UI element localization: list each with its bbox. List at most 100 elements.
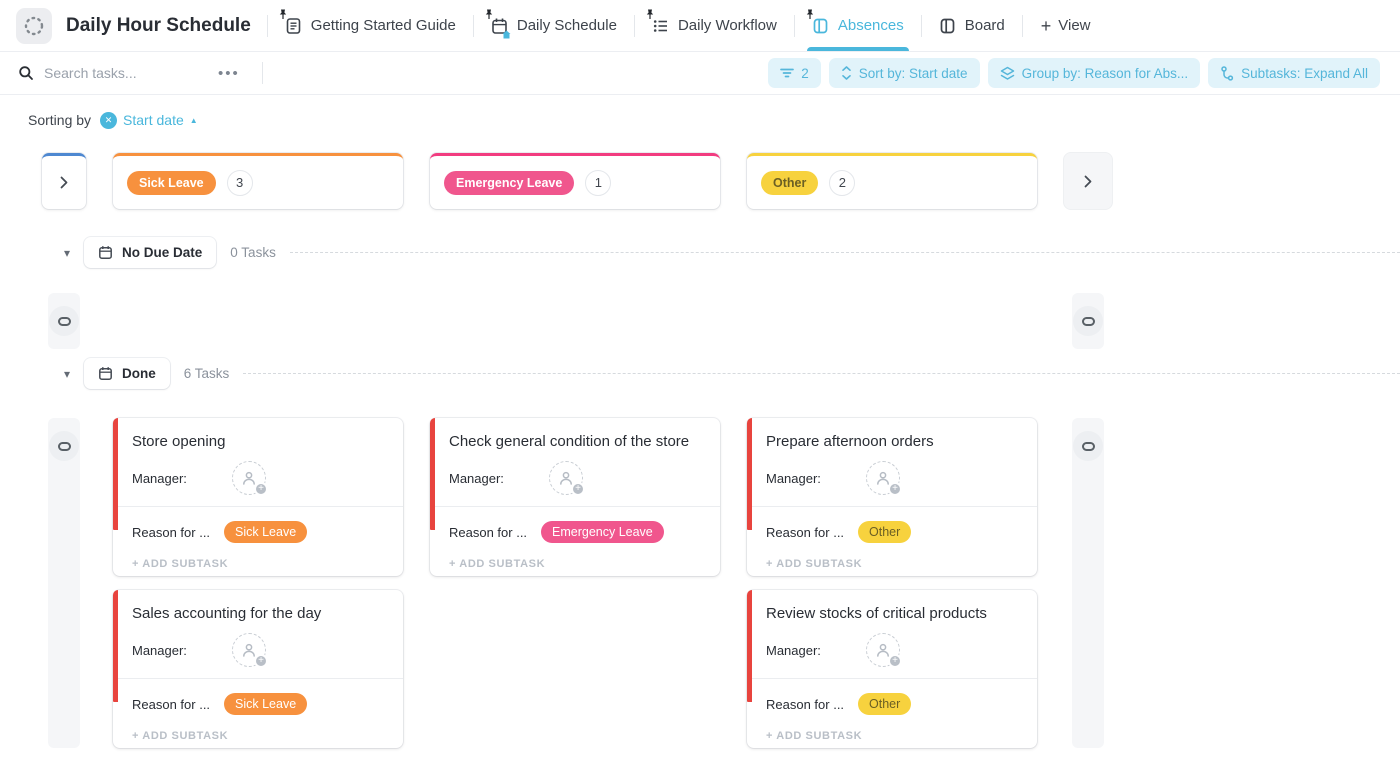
column-header-emergency-leave[interactable]: Emergency Leave 1: [430, 153, 720, 209]
reason-tag[interactable]: Other: [858, 521, 911, 543]
divider: [430, 506, 720, 507]
status-stripe: [113, 418, 118, 530]
manager-label: Manager:: [766, 643, 858, 658]
collapsed-lane-right[interactable]: [1072, 418, 1104, 748]
task-card-store-opening[interactable]: Store opening Manager: + Reason for ... …: [113, 418, 403, 576]
add-assignee-icon: +: [571, 482, 585, 496]
divider: [113, 506, 403, 507]
status-stripe: [113, 590, 118, 702]
add-subtask-button[interactable]: + ADD SUBTASK: [766, 543, 862, 570]
sort-field-label: Start date: [123, 112, 184, 128]
page-title: Daily Hour Schedule: [66, 15, 251, 37]
add-assignee-avatar[interactable]: +: [866, 633, 900, 667]
filter-button[interactable]: 2: [768, 58, 821, 88]
reason-label: Reason for ...: [766, 525, 858, 540]
reason-tag[interactable]: Sick Leave: [224, 521, 307, 543]
sort-direction-caret-icon[interactable]: ▲: [190, 116, 198, 125]
add-subtask-button[interactable]: + ADD SUBTASK: [132, 715, 228, 742]
calendar-icon: [491, 17, 508, 35]
collapsed-column-right[interactable]: [1064, 153, 1112, 209]
tab-absences[interactable]: Absences: [795, 0, 921, 51]
task-title: Sales accounting for the day: [132, 605, 387, 622]
collapse-caret-icon[interactable]: ▾: [64, 247, 70, 259]
status-stripe: [430, 418, 435, 530]
tab-getting-started-guide[interactable]: Getting Started Guide: [268, 0, 473, 51]
add-subtask-button[interactable]: + ADD SUBTASK: [449, 543, 545, 570]
collapsed-lane-left[interactable]: [48, 418, 80, 748]
tab-board[interactable]: Board: [922, 0, 1022, 51]
subtasks-label: Subtasks: Expand All: [1241, 66, 1368, 81]
home-indicator-icon: [502, 30, 511, 39]
collapsed-lane-left[interactable]: [48, 293, 80, 349]
column-headers-row: Sick Leave 3 Emergency Leave 1 Other 2: [42, 153, 1400, 209]
reason-tag[interactable]: Other: [858, 693, 911, 715]
add-view-button[interactable]: + View: [1023, 0, 1109, 51]
collapsed-column-left[interactable]: [42, 153, 86, 209]
tab-daily-workflow[interactable]: Daily Workflow: [635, 0, 794, 51]
add-assignee-icon: +: [888, 654, 902, 668]
subtasks-button[interactable]: Subtasks: Expand All: [1208, 58, 1380, 88]
lane-done: Store opening Manager: + Reason for ... …: [42, 418, 1400, 758]
task-title: Review stocks of critical products: [766, 605, 1021, 622]
reason-tag[interactable]: Sick Leave: [224, 693, 307, 715]
filter-icon: [780, 67, 794, 79]
collapsed-lane-right[interactable]: [1072, 293, 1104, 349]
add-assignee-avatar[interactable]: +: [232, 633, 266, 667]
dashed-divider: [243, 373, 1400, 374]
task-title: Check general condition of the store: [449, 433, 704, 450]
group-card-done[interactable]: Done: [84, 358, 170, 389]
group-by-button[interactable]: Group by: Reason for Abs...: [988, 58, 1201, 88]
tab-label: Board: [965, 17, 1005, 34]
task-card-prepare-orders[interactable]: Prepare afternoon orders Manager: + Reas…: [747, 418, 1037, 576]
calendar-small-icon: [98, 245, 113, 260]
group-card-no-due-date[interactable]: No Due Date: [84, 237, 216, 268]
task-title: Prepare afternoon orders: [766, 433, 1021, 450]
pin-icon: [278, 9, 288, 20]
add-assignee-icon: +: [888, 482, 902, 496]
manager-label: Manager:: [449, 471, 541, 486]
workspace-spinner-icon[interactable]: [16, 8, 52, 44]
kanban-board: Sick Leave 3 Emergency Leave 1 Other 2 ▾…: [0, 153, 1400, 758]
board-toolbar: Search tasks... ••• 2 Sort by: Start dat…: [0, 52, 1400, 95]
add-assignee-avatar[interactable]: +: [232, 461, 266, 495]
add-assignee-avatar[interactable]: +: [549, 461, 583, 495]
status-oval-icon: [49, 431, 79, 461]
column-header-sick-leave[interactable]: Sick Leave 3: [113, 153, 403, 209]
sort-by-button[interactable]: Sort by: Start date: [829, 58, 980, 88]
add-assignee-avatar[interactable]: +: [866, 461, 900, 495]
add-subtask-button[interactable]: + ADD SUBTASK: [132, 543, 228, 570]
chevron-right-icon: [60, 176, 68, 189]
manager-label: Manager:: [766, 471, 858, 486]
active-sort-chip[interactable]: ✕ Start date ▲: [100, 112, 198, 129]
column-header-other[interactable]: Other 2: [747, 153, 1037, 209]
group-header-no-due-date: ▾ No Due Date 0 Tasks: [64, 236, 1400, 269]
layers-icon: [1000, 66, 1015, 81]
lane-column-emergency-leave: Check general condition of the store Man…: [430, 418, 720, 576]
board-icon: [812, 17, 829, 35]
add-subtask-button[interactable]: + ADD SUBTASK: [766, 715, 862, 742]
group-name: Done: [122, 366, 156, 381]
lane-column-sick-leave: Store opening Manager: + Reason for ... …: [113, 418, 403, 748]
collapse-caret-icon[interactable]: ▾: [64, 368, 70, 380]
more-options-button[interactable]: •••: [218, 65, 240, 82]
remove-sort-icon[interactable]: ✕: [100, 112, 117, 129]
search-input[interactable]: Search tasks...: [18, 65, 214, 81]
doc-icon: [285, 17, 302, 35]
reason-tag[interactable]: Emergency Leave: [541, 521, 664, 543]
reason-label: Reason for ...: [449, 525, 541, 540]
divider: [113, 678, 403, 679]
pin-icon: [645, 9, 655, 20]
manager-label: Manager:: [132, 643, 224, 658]
tab-daily-schedule[interactable]: Daily Schedule: [474, 0, 634, 51]
group-by-label: Group by: Reason for Abs...: [1022, 66, 1189, 81]
task-card-sales-accounting[interactable]: Sales accounting for the day Manager: + …: [113, 590, 403, 748]
status-stripe: [747, 590, 752, 702]
status-oval-icon: [1073, 306, 1103, 336]
sort-by-label: Sort by: Start date: [859, 66, 968, 81]
lane-column-other: Prepare afternoon orders Manager: + Reas…: [747, 418, 1037, 748]
sorting-by-label: Sorting by: [28, 112, 91, 128]
divider: [747, 506, 1037, 507]
task-card-check-store[interactable]: Check general condition of the store Man…: [430, 418, 720, 576]
task-card-review-stocks[interactable]: Review stocks of critical products Manag…: [747, 590, 1037, 748]
search-icon: [18, 65, 34, 81]
